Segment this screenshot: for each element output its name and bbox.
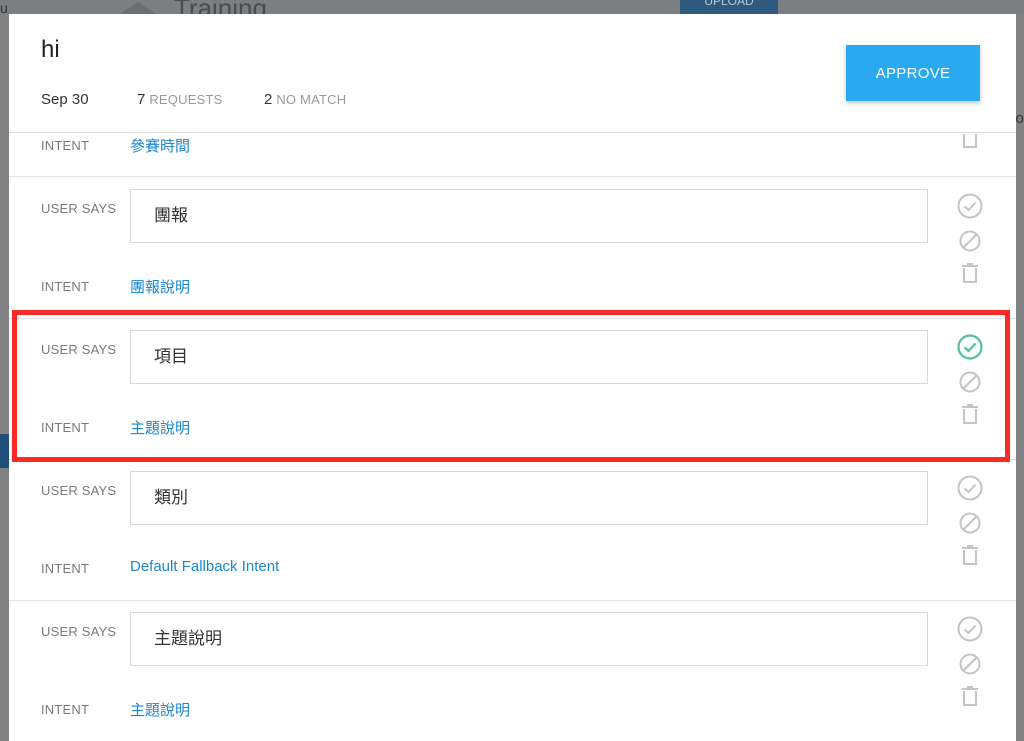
approve-row-button[interactable]: [955, 474, 985, 502]
trash-icon: [963, 134, 977, 148]
intent-link[interactable]: 參賽時間: [130, 135, 190, 156]
trash-icon: [962, 263, 978, 283]
check-circle-icon: [957, 193, 983, 219]
background-fragment-left: u: [0, 0, 8, 16]
user-says-field[interactable]: 團報: [130, 189, 928, 243]
intent-link[interactable]: 主題說明: [130, 699, 190, 720]
delete-button[interactable]: [955, 400, 985, 428]
row-divider: [9, 459, 1016, 460]
row-divider: [9, 318, 1016, 319]
no-match-stat: 2 NO MATCH: [264, 91, 346, 108]
ignore-button[interactable]: [955, 227, 985, 255]
training-dialog: hi Sep 30 7 REQUESTS 2 NO MATCH APPROVE IN…: [9, 14, 1016, 741]
check-circle-icon: [957, 475, 983, 501]
delete-button[interactable]: [955, 682, 985, 710]
no-match-count: 2: [264, 91, 273, 108]
block-icon: [959, 371, 981, 393]
user-says-label: USER SAYS: [41, 624, 117, 639]
no-match-label: NO MATCH: [276, 92, 347, 107]
user-says-label: USER SAYS: [41, 201, 117, 216]
delete-button[interactable]: [955, 259, 985, 287]
user-says-field[interactable]: 項目: [130, 330, 928, 384]
approve-button[interactable]: APPROVE: [846, 45, 980, 101]
requests-stat: 7 REQUESTS: [137, 91, 222, 108]
approve-row-button[interactable]: [955, 192, 985, 220]
block-icon: [959, 653, 981, 675]
block-icon: [959, 230, 981, 252]
trash-icon: [962, 545, 978, 565]
user-says-field[interactable]: 主題說明: [130, 612, 928, 666]
intent-link[interactable]: Default Fallback Intent: [130, 558, 279, 575]
intent-link[interactable]: 主題說明: [130, 417, 190, 438]
ignore-button[interactable]: [955, 368, 985, 396]
intent-label: INTENT: [41, 702, 90, 717]
delete-button[interactable]: [955, 541, 985, 569]
check-circle-icon: [957, 616, 983, 642]
intent-label: INTENT: [41, 279, 90, 294]
requests-label: REQUESTS: [149, 92, 223, 107]
row-divider: [9, 600, 1016, 601]
requests-count: 7: [137, 91, 146, 108]
intent-label: INTENT: [41, 138, 90, 153]
approve-row-button[interactable]: [955, 333, 985, 361]
dialog-title: hi: [41, 36, 60, 63]
dialog-header: hi Sep 30 7 REQUESTS 2 NO MATCH APPROVE: [9, 14, 1016, 133]
session-date: Sep 30: [41, 91, 89, 108]
intent-link[interactable]: 團報說明: [130, 276, 190, 297]
trash-icon: [962, 686, 978, 706]
background-logo-icon: [120, 2, 156, 14]
intent-label: INTENT: [41, 561, 90, 576]
approve-row-button[interactable]: [955, 615, 985, 643]
user-says-field[interactable]: 類別: [130, 471, 928, 525]
user-says-label: USER SAYS: [41, 342, 117, 357]
background-upload-button: UPLOAD: [680, 0, 778, 14]
trash-icon: [962, 404, 978, 424]
delete-button[interactable]: [955, 125, 985, 153]
intent-label: INTENT: [41, 420, 90, 435]
ignore-button[interactable]: [955, 650, 985, 678]
row-divider: [9, 176, 1016, 177]
ignore-button[interactable]: [955, 509, 985, 537]
check-circle-icon: [957, 334, 983, 360]
user-says-label: USER SAYS: [41, 483, 117, 498]
block-icon: [959, 512, 981, 534]
